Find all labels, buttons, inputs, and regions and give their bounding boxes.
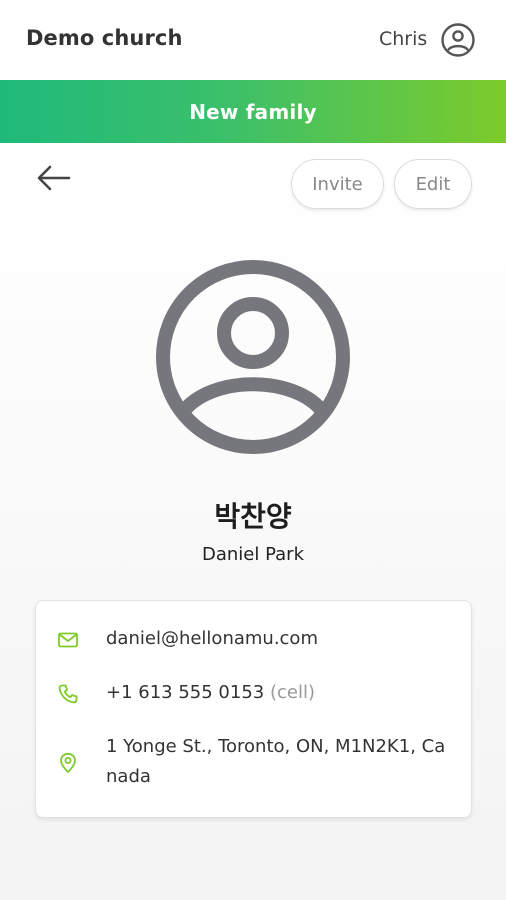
user-name[interactable]: Chris bbox=[379, 28, 427, 50]
user-circle-icon[interactable] bbox=[440, 22, 476, 58]
phone-type: (cell) bbox=[269, 682, 315, 703]
phone-text[interactable]: +1 613 555 0153 (cell) bbox=[106, 678, 456, 708]
profile-name-english: Daniel Park bbox=[202, 544, 304, 565]
address-line-2: nada bbox=[106, 766, 151, 787]
email-value[interactable]: daniel@hellonamu.com bbox=[106, 624, 456, 654]
mail-icon bbox=[57, 629, 79, 651]
church-name: Demo church bbox=[26, 26, 183, 50]
phone-value[interactable]: +1 613 555 0153 bbox=[106, 682, 264, 703]
address-line-1: 1 Yonge St., Toronto, ON, M1N2K1, Ca bbox=[106, 736, 446, 757]
top-app-bar: Demo church Chris bbox=[0, 0, 506, 80]
avatar-placeholder-icon bbox=[153, 257, 353, 457]
phone-icon bbox=[57, 683, 79, 705]
contact-card: daniel@hellonamu.com +1 613 555 0153 (ce… bbox=[35, 600, 472, 818]
status-banner: New family bbox=[0, 80, 506, 143]
arrow-left-icon bbox=[37, 165, 71, 191]
profile-name-korean: 박찬양 bbox=[214, 500, 292, 533]
location-pin-icon bbox=[57, 752, 79, 774]
back-button[interactable] bbox=[34, 160, 74, 196]
invite-button[interactable]: Invite bbox=[291, 159, 384, 209]
banner-label: New family bbox=[189, 99, 317, 124]
address-value[interactable]: 1 Yonge St., Toronto, ON, M1N2K1, Ca nad… bbox=[106, 732, 456, 792]
edit-button[interactable]: Edit bbox=[394, 159, 472, 209]
